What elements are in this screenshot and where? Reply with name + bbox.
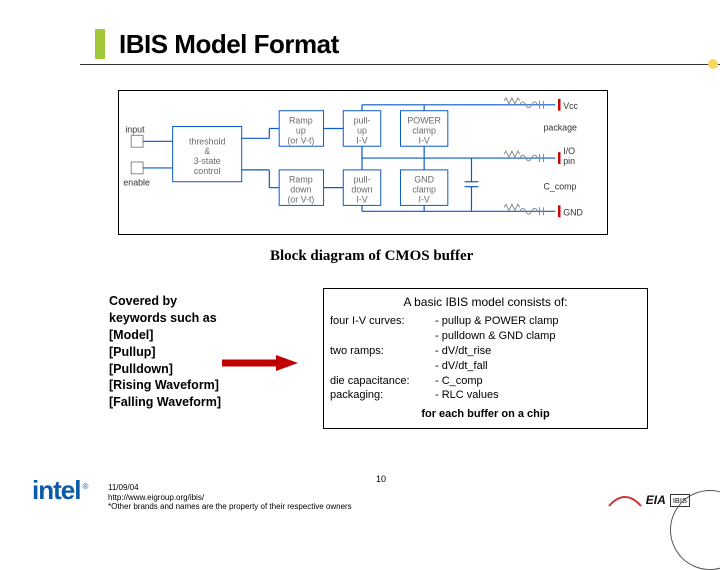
box-title: A basic IBIS model consists of: [330, 294, 641, 310]
footer-date: 11/09/04 [108, 483, 352, 493]
svg-text:down: down [351, 185, 372, 195]
svg-text:threshold: threshold [189, 136, 226, 146]
row-value: - pulldown & GND clamp [435, 329, 641, 344]
svg-text:Ramp: Ramp [289, 116, 313, 126]
svg-text:pull-: pull- [354, 116, 371, 126]
svg-text:clamp: clamp [412, 185, 436, 195]
svg-text:POWER: POWER [407, 116, 440, 126]
model-contents-box: A basic IBIS model consists of: four I-V… [323, 288, 648, 429]
title-bar: IBIS Model Format [95, 22, 690, 66]
label-input: input [125, 124, 145, 134]
block-diagram: input enable threshold & 3-state control… [118, 90, 608, 235]
svg-text:Ramp: Ramp [289, 175, 313, 185]
row-label: four I-V curves: [330, 314, 435, 344]
svg-text:I-V: I-V [356, 135, 367, 145]
label-enable: enable [123, 178, 150, 188]
svg-text:&: & [204, 146, 210, 156]
label-package: package [543, 122, 577, 132]
line: keywords such as [109, 310, 279, 327]
svg-text:pin: pin [563, 156, 575, 166]
svg-text:control: control [194, 166, 221, 176]
line: Covered by [109, 293, 279, 310]
row-label: packaging: [330, 388, 435, 403]
label-iopin: I/O [563, 146, 575, 156]
svg-text:clamp: clamp [412, 125, 436, 135]
row-label: die capacitance: [330, 374, 435, 389]
line: [Rising Waveform] [109, 377, 279, 394]
footer: intel® 11/09/04 http://www.eigroup.org/i… [0, 476, 720, 522]
footer-url: http://www.eigroup.org/ibis/ [108, 493, 352, 503]
svg-text:I-V: I-V [418, 194, 429, 204]
title-accent [95, 29, 105, 59]
line: [Model] [109, 327, 279, 344]
svg-text:I-V: I-V [418, 135, 429, 145]
row-label: two ramps: [330, 344, 435, 374]
slide-number: 10 [376, 474, 386, 484]
diagram-caption: Block diagram of CMOS buffer [270, 248, 473, 265]
package-rlc [504, 98, 543, 215]
title-rule [80, 64, 720, 65]
footer-disclaimer: *Other brands and names are the property… [108, 502, 352, 512]
svg-text:pull-: pull- [354, 175, 371, 185]
svg-text:3-state: 3-state [194, 156, 221, 166]
line: [Falling Waveform] [109, 394, 279, 411]
row-value: - C_comp [435, 374, 641, 389]
svg-text:up: up [357, 125, 367, 135]
intel-logo: intel® [32, 475, 87, 506]
label-ccomp: C_comp [543, 182, 576, 192]
footer-text: 11/09/04 http://www.eigroup.org/ibis/ *O… [108, 483, 352, 512]
svg-text:down: down [290, 185, 311, 195]
row-value: - dV/dt_rise [435, 344, 641, 359]
label-vcc: Vcc [563, 101, 578, 111]
svg-text:up: up [296, 125, 306, 135]
svg-text:(or V-t): (or V-t) [287, 135, 314, 145]
svg-text:I-V: I-V [356, 194, 367, 204]
svg-text:GND: GND [414, 175, 434, 185]
label-gnd: GND [563, 207, 583, 217]
box-footer: for each buffer on a chip [330, 407, 641, 422]
arrow-icon [220, 354, 300, 372]
row-value: - RLC values [435, 388, 641, 403]
row-value: - pullup & POWER clamp [435, 314, 641, 329]
slide-title: IBIS Model Format [119, 29, 339, 60]
row-value: - dV/dt_fall [435, 359, 641, 374]
svg-text:(or V-t): (or V-t) [287, 194, 314, 204]
keywords-text: Covered by keywords such as [Model] [Pul… [109, 293, 279, 411]
